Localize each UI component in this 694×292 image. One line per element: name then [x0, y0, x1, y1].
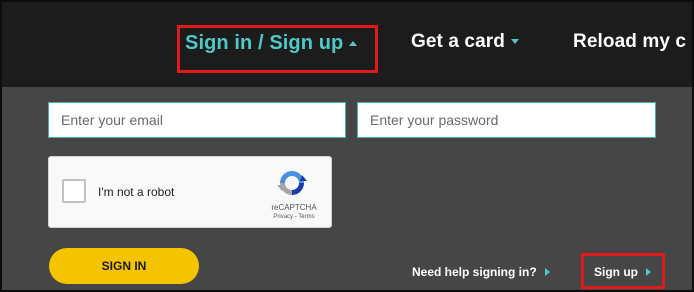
caret-down-icon: [510, 39, 519, 45]
arrow-right-icon: [544, 267, 550, 276]
nav-reload[interactable]: Reload my c: [573, 31, 686, 53]
email-field[interactable]: [48, 102, 346, 138]
recaptcha-terms-link[interactable]: Privacy - Terms: [261, 214, 327, 220]
highlight-box-signin-signup: [177, 25, 378, 73]
nav-reload-label: Reload my c: [573, 31, 687, 52]
help-signin-link[interactable]: Need help signing in?: [412, 265, 550, 279]
recaptcha-label: I'm not a robot: [98, 185, 175, 199]
signin-button[interactable]: SIGN IN: [49, 248, 199, 284]
password-field[interactable]: [357, 102, 656, 138]
nav-get-card-label: Get a card: [411, 31, 505, 52]
help-signin-label: Need help signing in?: [412, 265, 537, 279]
recaptcha-widget: I'm not a robot reCAPTCHA Privacy - Term…: [48, 156, 332, 228]
nav-get-card[interactable]: Get a card: [411, 31, 519, 53]
recaptcha-brand-text: reCAPTCHA: [271, 203, 317, 212]
highlight-box-signup: [581, 253, 665, 289]
recaptcha-logo-icon: [277, 171, 307, 195]
signin-panel: Sign in / Sign up Get a card Reload my c…: [0, 0, 694, 292]
recaptcha-checkbox[interactable]: [62, 179, 86, 203]
